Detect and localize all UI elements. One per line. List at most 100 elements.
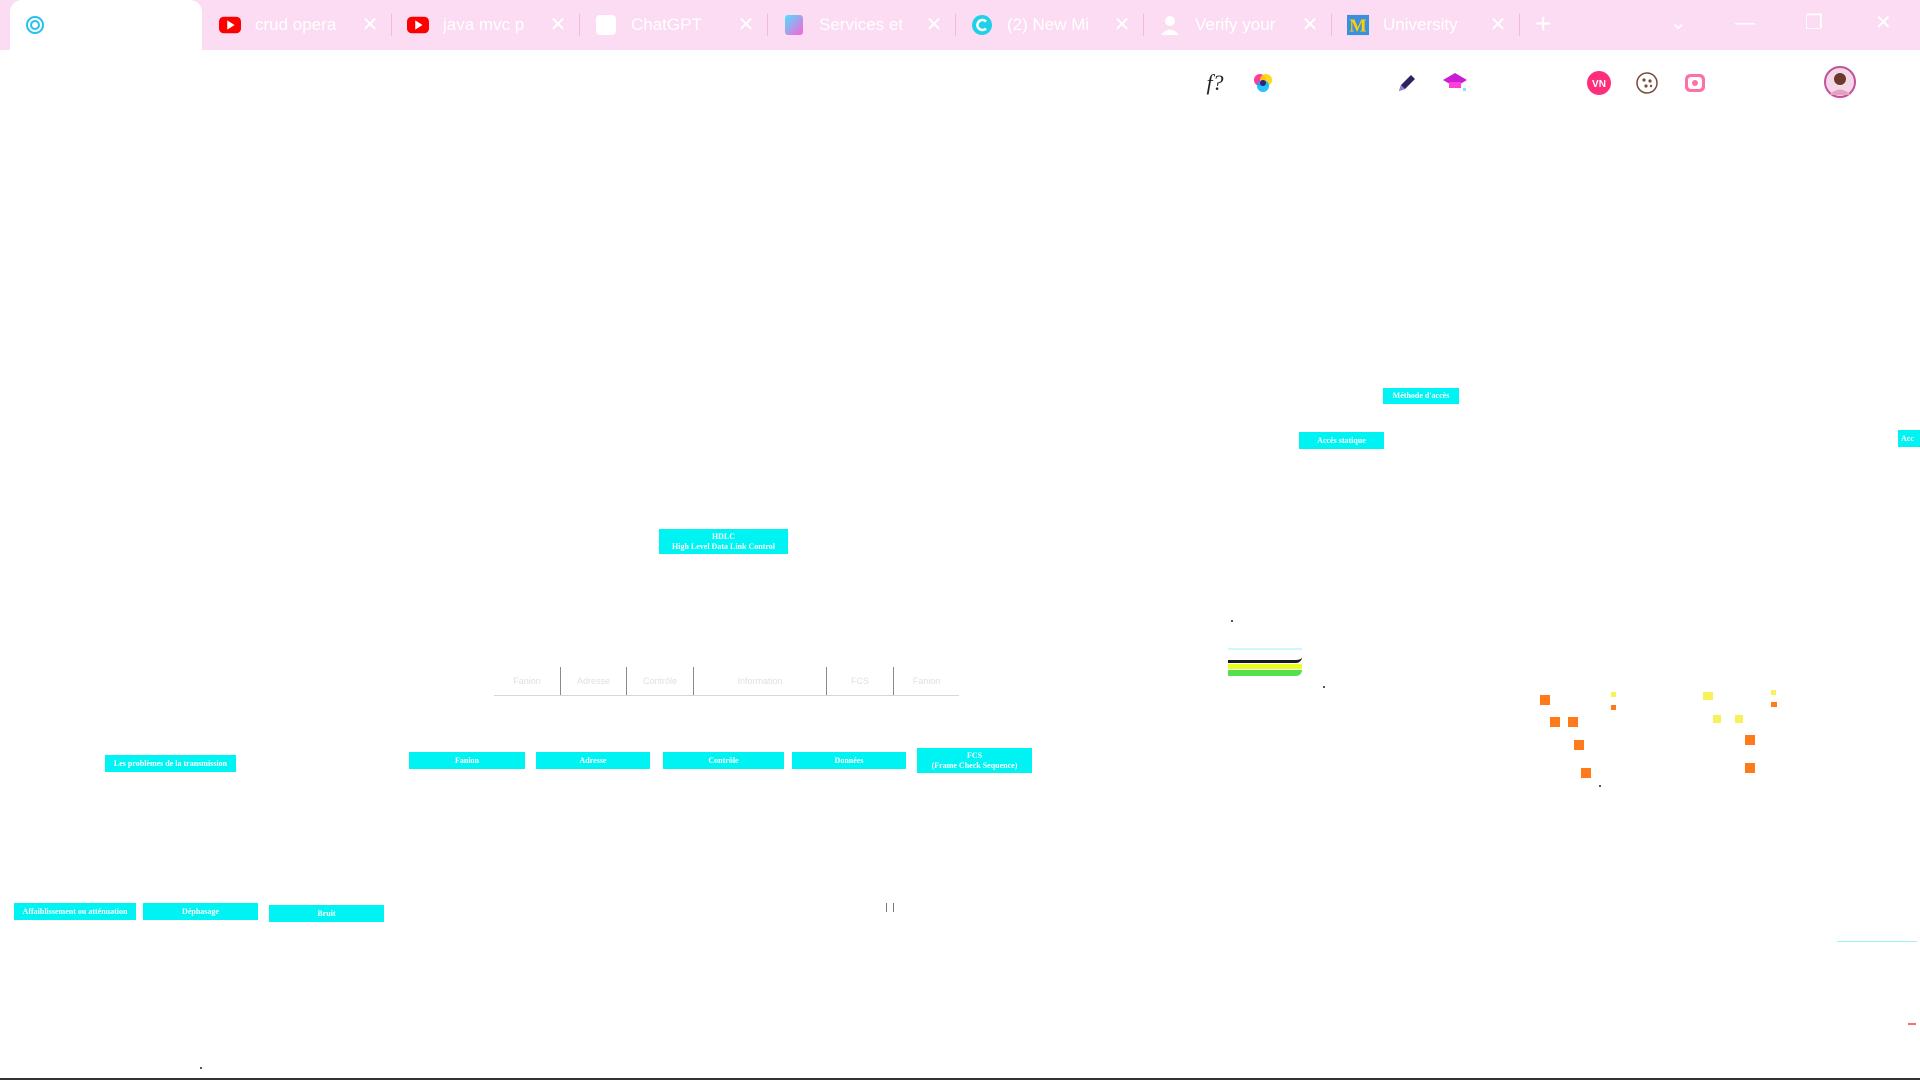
yellow-square <box>1771 690 1776 695</box>
tab-verify[interactable]: Verify your ✕ <box>1145 4 1331 46</box>
frame-field: Information <box>694 667 827 695</box>
decorative-bar-green <box>1228 670 1302 676</box>
orange-square <box>1540 695 1550 705</box>
tab-separator <box>1143 14 1144 36</box>
yellow-square <box>1735 715 1743 723</box>
tick-mark <box>886 903 887 912</box>
tab-strip: crud opera ✕ java mvc p ✕ ChatGPT ✕ Serv… <box>0 0 1920 50</box>
color-wheel-icon[interactable] <box>1250 70 1276 96</box>
orange-square <box>1568 717 1578 727</box>
pencil-icon[interactable] <box>1394 70 1420 96</box>
field-box-fcs: FCS (Frame Check Sequence) <box>917 748 1032 773</box>
tab-separator <box>955 14 956 36</box>
decorative-bar-dark <box>1228 648 1302 663</box>
stray-dot <box>200 1067 202 1069</box>
c-circle-icon <box>971 14 993 36</box>
youtube-icon <box>219 14 241 36</box>
close-icon[interactable]: ✕ <box>549 15 567 35</box>
access-box-partial: Acc <box>1898 430 1920 447</box>
orange-square <box>1611 705 1616 710</box>
spiral-icon <box>24 14 46 36</box>
tab-youtube-crud[interactable]: crud opera ✕ <box>205 4 391 46</box>
tab-separator <box>579 14 580 36</box>
fcs-label: FCS <box>966 750 983 760</box>
gradient-page-icon <box>783 14 805 36</box>
tab-title: University <box>1383 15 1458 34</box>
access-method-box: Méthode d'accès <box>1383 388 1459 404</box>
minimize-button[interactable]: — <box>1735 8 1755 38</box>
yellow-square <box>1703 692 1713 700</box>
restore-button[interactable]: ❐ <box>1805 8 1823 38</box>
youtube-icon <box>407 14 429 36</box>
tab-services[interactable]: Services et ✕ <box>769 4 955 46</box>
orange-square <box>1745 763 1755 773</box>
close-icon[interactable]: ✕ <box>361 15 379 35</box>
cookie-icon[interactable] <box>1634 70 1660 96</box>
attenuation-box: Affaiblissement ou atténuation <box>14 903 136 920</box>
hdlc-title-box: HDLC High Level Data Link Control <box>659 529 788 554</box>
formula-icon[interactable]: f? <box>1202 70 1228 96</box>
field-box-controle: Contrôle <box>663 752 784 769</box>
close-icon[interactable]: ✕ <box>737 15 755 35</box>
tab-separator <box>391 14 392 36</box>
tab-search-chevron-icon[interactable]: ⌄ <box>1670 8 1687 38</box>
tab-title: java mvc p <box>443 15 525 34</box>
tab-active[interactable] <box>10 0 202 50</box>
hdlc-title: HDLC <box>711 531 736 541</box>
field-box-donnees: Données <box>792 752 906 769</box>
tab-title: ChatGPT <box>631 15 702 34</box>
orange-square <box>1745 735 1755 745</box>
close-icon[interactable]: ✕ <box>1301 15 1319 35</box>
tab-separator <box>1519 14 1520 36</box>
tab-chatgpt[interactable]: ChatGPT ✕ <box>581 4 767 46</box>
chatgpt-icon <box>595 14 617 36</box>
tab-new-message[interactable]: (2) New Mi ✕ <box>957 4 1143 46</box>
cyan-dash-line <box>1837 941 1917 942</box>
field-box-fanion: Fanion <box>409 752 525 769</box>
red-mark <box>1908 1023 1916 1025</box>
frame-field: Fanion <box>912 676 941 686</box>
stray-dot <box>1323 686 1325 688</box>
new-tab-button[interactable]: + <box>1535 10 1551 38</box>
orange-square <box>1581 768 1591 778</box>
window-close-button[interactable]: ✕ <box>1875 8 1892 38</box>
transmission-problems-box: Les problèmes de la transmission <box>105 755 236 772</box>
tab-separator <box>1331 14 1332 36</box>
dephasage-box: Déphasage <box>143 903 258 920</box>
tab-title: Verify your <box>1195 15 1276 34</box>
tick-mark <box>893 903 894 912</box>
close-icon[interactable]: ✕ <box>1489 15 1507 35</box>
graduation-cap-icon[interactable] <box>1442 70 1468 96</box>
screen-record-icon[interactable] <box>1682 70 1708 96</box>
frame-field: Contrôle <box>627 667 694 695</box>
field-box-adresse: Adresse <box>536 752 650 769</box>
yellow-square <box>1611 692 1616 697</box>
frame-field: Adresse <box>561 667 627 695</box>
hdlc-subtitle: High Level Data Link Control <box>672 541 775 551</box>
hdlc-frame-table: Fanion Adresse Contrôle Information FCS … <box>494 667 959 696</box>
umich-icon: M <box>1347 14 1369 36</box>
tab-title: Services et <box>819 15 904 34</box>
frame-field: Fanion <box>494 667 561 695</box>
profile-avatar-icon[interactable] <box>1824 66 1856 98</box>
yellow-square <box>1713 715 1721 723</box>
close-icon[interactable]: ✕ <box>1113 15 1131 35</box>
orange-square <box>1550 717 1560 727</box>
decorative-bar-yellow <box>1228 664 1302 669</box>
tab-title: (2) New Mi <box>1007 15 1090 34</box>
stray-dot <box>1231 620 1233 622</box>
close-icon[interactable]: ✕ <box>925 15 943 35</box>
orange-square <box>1771 702 1777 707</box>
svg-text:M: M <box>1349 15 1366 35</box>
tab-title: crud opera <box>255 15 337 34</box>
stray-dot <box>1599 785 1601 787</box>
fcs-sublabel: (Frame Check Sequence) <box>931 760 1018 770</box>
bruit-box: Bruit <box>269 905 384 922</box>
orange-square <box>1574 740 1584 750</box>
tab-separator <box>767 14 768 36</box>
static-access-box: Accès statique <box>1299 432 1384 449</box>
vn-badge-icon[interactable]: VN <box>1586 70 1612 96</box>
tab-university[interactable]: M University ✕ <box>1333 4 1519 46</box>
tab-youtube-java[interactable]: java mvc p ✕ <box>393 4 579 46</box>
frame-field: FCS <box>827 667 894 695</box>
